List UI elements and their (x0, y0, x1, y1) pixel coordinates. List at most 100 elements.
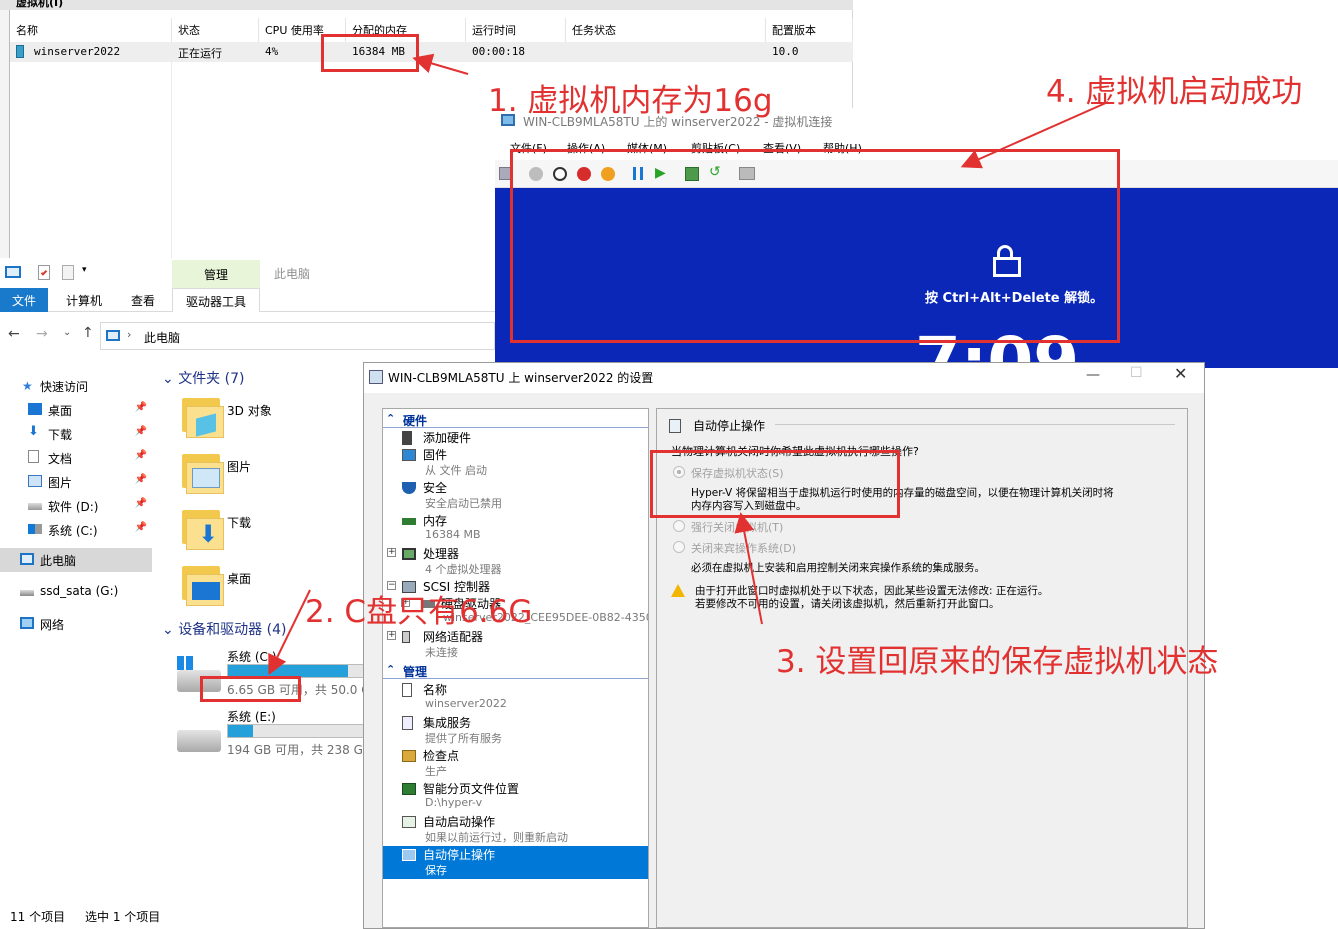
integration-services-icon (402, 716, 413, 730)
item-sublabel: 未连接 (425, 646, 458, 659)
new-folder-icon[interactable] (62, 265, 74, 280)
pin-icon[interactable]: 📌 (135, 474, 147, 485)
tree-item-auto-start[interactable]: 自动启动操作 如果以前运行过，则重新启动 (383, 813, 648, 846)
vm-state: 正在运行 (178, 47, 222, 60)
item-label: 内存 (423, 514, 448, 528)
item-sublabel: 从 文件 启动 (425, 464, 487, 477)
tree-item-smart-paging[interactable]: 智能分页文件位置 D:\hyper-v (383, 780, 648, 813)
expand-icon[interactable]: + (387, 548, 396, 557)
tree-item-auto-stop[interactable]: 自动停止操作 保存 (383, 846, 648, 879)
nav-item-desktop[interactable]: 桌面 📌 (0, 398, 155, 422)
col-header-version[interactable]: 配置版本 (766, 18, 853, 42)
star-icon: ★ (22, 379, 33, 393)
nav-item-downloads[interactable]: ⬇ 下载 📌 (0, 422, 155, 446)
ribbon-window-title: 此电脑 (274, 267, 311, 281)
expand-icon[interactable]: + (387, 631, 396, 640)
tab-view[interactable]: 查看 (120, 288, 166, 312)
item-label: 自动启动操作 (423, 815, 496, 829)
nav-item-documents[interactable]: 文档 📌 (0, 446, 155, 470)
annotation-4: 4. 虚拟机启动成功 (1046, 74, 1303, 110)
folder-icon (182, 566, 224, 606)
vm-task (566, 42, 578, 62)
tree-item-firmware[interactable]: 固件 从 文件 启动 (383, 446, 648, 479)
radio-shutdown-guest[interactable] (673, 541, 685, 553)
shield-icon (402, 482, 416, 494)
folder-icon: ⬇ (182, 510, 224, 550)
settings-titlebar: WIN-CLB9MLA58TU 上 winserver2022 的设置 — ☐ … (364, 363, 1204, 393)
breadcrumb-chevron-icon: › (127, 328, 132, 341)
nav-network[interactable]: 网络 (0, 612, 155, 636)
pin-icon[interactable]: 📌 (135, 498, 147, 509)
address-input[interactable]: › 此电脑 (100, 322, 495, 350)
tab-manage[interactable]: 管理 (172, 266, 260, 283)
tab-drive-tools[interactable]: 驱动器工具 (172, 288, 260, 312)
folder-icon (182, 398, 224, 438)
vm-row[interactable] (10, 42, 853, 62)
annotation-2: 2. C盘只有6.6G (305, 594, 533, 630)
vm-name: winserver2022 (34, 45, 121, 58)
document-icon (28, 450, 39, 463)
nav-item-drive-d[interactable]: 软件 (D:) 📌 (0, 494, 155, 518)
nav-label: 下载 (48, 428, 73, 442)
col-header-task[interactable]: 任务状态 (566, 18, 766, 42)
folders-group-header[interactable]: ⌄ 文件夹 (7) (162, 368, 244, 388)
radio-turn-off[interactable] (673, 520, 685, 532)
tree-item-security[interactable]: 安全 安全启动已禁用 (383, 479, 648, 512)
minimize-icon[interactable]: — (1086, 367, 1100, 383)
breadcrumb[interactable]: 此电脑 (144, 329, 180, 346)
tree-item-checkpoints[interactable]: 检查点 生产 (383, 747, 648, 780)
close-icon[interactable]: ✕ (1174, 364, 1187, 383)
tree-item-name[interactable]: 名称 winserver2022 (383, 681, 648, 714)
folder-label: 下载 (227, 516, 252, 530)
vm-uptime: 00:00:18 (472, 45, 525, 58)
item-sublabel: 安全启动已禁用 (425, 497, 502, 510)
col-header-state[interactable]: 状态 (172, 18, 259, 42)
col-header-name[interactable]: 名称 (10, 18, 172, 42)
nav-item-drive-c[interactable]: 系统 (C:) 📌 (0, 518, 155, 542)
drive-usage-fill (228, 725, 253, 737)
tab-file[interactable]: 文件 (0, 288, 48, 312)
download-icon: ⬇ (28, 424, 39, 439)
pin-icon[interactable]: 📌 (135, 426, 147, 437)
network-icon (20, 617, 34, 629)
section-label: 硬件 (403, 414, 428, 428)
nav-item-pictures[interactable]: 图片 📌 (0, 470, 155, 494)
up-arrow-icon[interactable]: ↑ (82, 325, 94, 341)
pin-icon[interactable]: 📌 (135, 522, 147, 533)
tree-item-integration-services[interactable]: 集成服务 提供了所有服务 (383, 714, 648, 747)
this-pc-icon (20, 553, 34, 565)
windows-drive-icon (28, 524, 42, 534)
tree-item-processor[interactable]: + 处理器 4 个虚拟处理器 (383, 545, 648, 578)
nav-ssd[interactable]: ssd_sata (G:) (0, 580, 155, 604)
hardware-section-header[interactable]: ⌃ 硬件 (383, 412, 648, 428)
nav-quick-access[interactable]: ★ 快速访问 (0, 374, 155, 398)
nav-label: 图片 (48, 476, 73, 490)
tab-computer[interactable]: 计算机 (56, 288, 112, 312)
col-header-uptime[interactable]: 运行时间 (466, 18, 566, 42)
pin-icon[interactable]: 📌 (135, 402, 147, 413)
properties-icon[interactable] (38, 265, 50, 280)
nav-this-pc[interactable]: 此电脑 (0, 548, 152, 572)
vm-icon (16, 45, 24, 58)
dialog-title: WIN-CLB9MLA58TU 上 winserver2022 的设置 (388, 371, 654, 385)
pin-icon[interactable]: 📌 (135, 450, 147, 461)
qat-dropdown-icon[interactable]: ▾ (82, 265, 87, 275)
address-bar-row: ← → ⌄ ↑ › 此电脑 (0, 320, 495, 352)
tree-item-memory[interactable]: 内存 16384 MB (383, 512, 648, 545)
recent-dropdown-icon[interactable]: ⌄ (63, 327, 71, 338)
warning-icon (671, 584, 685, 597)
desktop-icon (28, 403, 42, 415)
management-section-header[interactable]: ⌃ 管理 (383, 663, 648, 679)
tree-item-network-adapter[interactable]: + 网络适配器 未连接 (383, 628, 648, 661)
folder-label: 图片 (227, 460, 252, 474)
item-label: 集成服务 (423, 716, 472, 730)
maximize-icon[interactable]: ☐ (1130, 365, 1143, 381)
firmware-icon (402, 449, 416, 461)
forward-arrow-icon[interactable]: → (36, 326, 48, 342)
vm-panel-splitter[interactable] (0, 10, 10, 258)
annotation-box-drive-c (200, 676, 301, 702)
drives-group-header[interactable]: ⌄ 设备和驱动器 (4) (162, 619, 286, 639)
back-arrow-icon[interactable]: ← (8, 326, 20, 342)
shutdown-guest-desc: 必须在虚拟机上安装和启用控制关闭来宾操作系统的集成服务。 (691, 562, 985, 574)
pc-icon[interactable] (5, 266, 21, 278)
